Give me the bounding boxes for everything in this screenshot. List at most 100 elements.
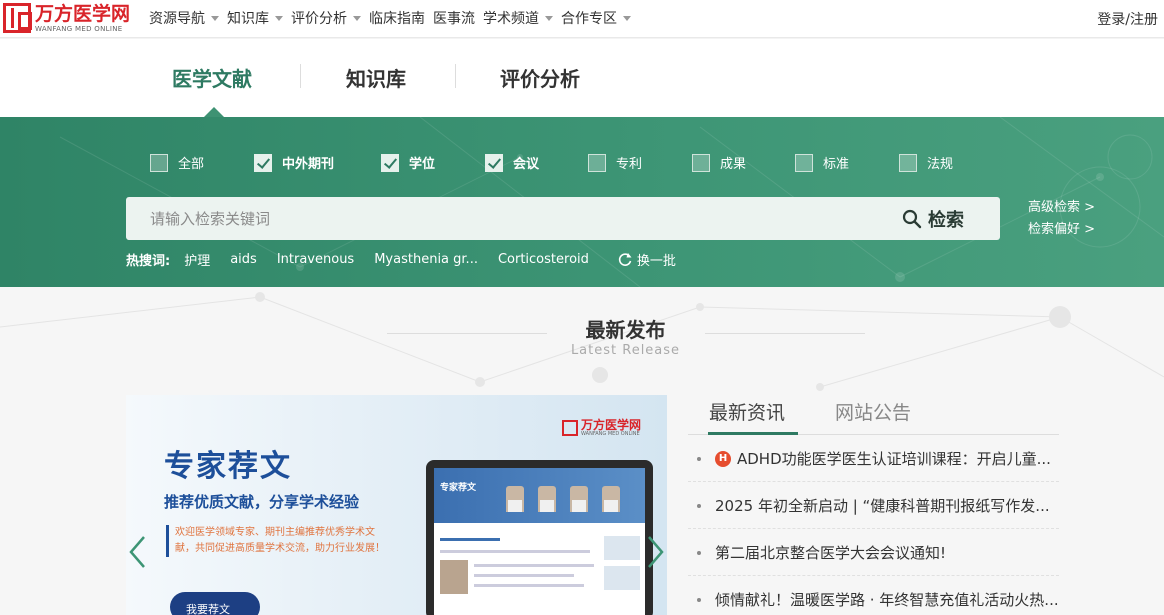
filter-label: 学位 <box>409 157 436 172</box>
screen-line <box>440 538 500 541</box>
expert-avatar <box>570 486 588 512</box>
tab-divider <box>455 64 456 88</box>
nav-item-evaluation-analysis[interactable]: 评价分析 <box>291 8 361 28</box>
news-title: ADHD功能医学医生认证培训课程：开启儿童... <box>737 450 1051 468</box>
checkbox-icon <box>588 153 606 172</box>
checkbox-checked-icon <box>381 153 399 172</box>
nav-item-medical-events[interactable]: 医事流 <box>433 8 475 28</box>
nav-item-label: 医事流 <box>433 11 475 27</box>
nav-item-resource-navigation[interactable]: 资源导航 <box>149 8 219 28</box>
logo-mark-icon <box>3 3 32 33</box>
hot-keyword[interactable]: Myasthenia gr... <box>374 252 478 267</box>
banner-description: 欢迎医学领域专家、期刊主编推荐优秀学术文献，共同促进高质量学术交流，助力行业发展… <box>166 525 386 557</box>
main-menu: 资源导航 知识库 评价分析 临床指南 医事流 学术频道 合作专区 <box>149 0 639 36</box>
search-button[interactable]: 检索 <box>902 197 964 240</box>
bullet-icon <box>697 597 701 602</box>
active-tab-pointer-icon <box>204 107 224 117</box>
filter-label: 会议 <box>513 157 540 172</box>
filter-achievement-checkbox[interactable]: 成果 <box>692 153 746 172</box>
hot-flame-icon: H <box>715 450 731 467</box>
filter-degree-checkbox[interactable]: 学位 <box>381 153 435 172</box>
latest-release-section: 最新发布 Latest Release 万方医学网 WANFANG MED ON… <box>0 287 1164 615</box>
tab-latest-news[interactable]: 最新资讯 <box>709 398 785 425</box>
expert-avatar <box>602 486 620 512</box>
checkbox-icon <box>692 153 710 172</box>
filter-patent-checkbox[interactable]: 专利 <box>588 153 642 172</box>
logo-name-en: WANFANG MED ONLINE <box>35 25 123 33</box>
list-item[interactable]: 第二届北京整合医学大会会议通知! <box>688 530 1059 576</box>
expert-avatar <box>506 486 524 512</box>
refresh-label: 换一批 <box>636 253 676 269</box>
list-item[interactable]: H ADHD功能医学医生认证培训课程：开启儿童... <box>688 436 1059 482</box>
screen-title: 专家荐文 <box>440 483 477 493</box>
tab-site-announcements[interactable]: 网站公告 <box>835 398 911 425</box>
recommend-article-button[interactable]: 我要荐文 <box>170 592 260 615</box>
news-tabs: 最新资讯 网站公告 <box>688 395 1059 435</box>
carousel-prev-button[interactable] <box>128 535 146 569</box>
screen-line <box>474 584 584 587</box>
nav-item-clinical-guidelines[interactable]: 临床指南 <box>369 8 425 28</box>
checkbox-icon <box>795 153 813 172</box>
nav-item-label: 评价分析 <box>291 11 347 27</box>
refresh-icon <box>618 253 632 266</box>
carousel-next-button[interactable] <box>647 535 665 569</box>
hot-search-label: 热搜词: <box>126 253 171 269</box>
tab-evaluation-analysis[interactable]: 评价分析 <box>500 63 580 92</box>
filter-standard-checkbox[interactable]: 标准 <box>795 153 849 172</box>
search-preferences-link[interactable]: 检索偏好 > <box>1028 219 1095 241</box>
hot-search-keywords: 热搜词: 护理 aids Intravenous Myasthenia gr..… <box>126 249 676 269</box>
search-input[interactable] <box>126 197 866 240</box>
list-item[interactable]: 倾情献礼！温暖医学路 · 年终智慧充值礼活动火热... <box>688 577 1059 615</box>
search-side-links: 高级检索 > 检索偏好 > <box>1028 197 1095 241</box>
laptop-screen: 专家荐文 <box>434 468 645 615</box>
search-box: 检索 <box>126 197 1000 240</box>
nav-item-academic-channel[interactable]: 学术频道 <box>483 8 553 28</box>
laptop-illustration: 专家荐文 <box>426 460 653 615</box>
bullet-icon <box>697 503 701 508</box>
tab-divider <box>300 64 301 88</box>
filter-all-checkbox[interactable]: 全部 <box>150 153 204 172</box>
site-logo[interactable]: 万方医学网 WANFANG MED ONLINE <box>3 3 130 34</box>
filter-conference-checkbox[interactable]: 会议 <box>485 153 539 172</box>
screen-line <box>474 564 594 567</box>
search-type-tabs: 医学文献 知识库 评价分析 <box>0 39 1164 117</box>
banner-logo: 万方医学网 WANFANG MED ONLINE <box>561 418 641 437</box>
filter-journals-checkbox[interactable]: 中外期刊 <box>254 153 334 172</box>
filter-label: 法规 <box>927 157 954 172</box>
search-panel: 全部 中外期刊 学位 会议 专利 成果 标准 法规 检索 高级检索 > 检索偏好… <box>0 117 1164 287</box>
section-subtitle: Latest Release <box>570 343 681 358</box>
refresh-keywords-button[interactable]: 换一批 <box>617 250 676 269</box>
bullet-icon <box>697 456 701 461</box>
news-title: 倾情献礼！温暖医学路 · 年终智慧充值礼活动火热... <box>715 591 1059 609</box>
expert-avatar <box>538 486 556 512</box>
screen-line <box>440 550 590 553</box>
checkbox-checked-icon <box>254 153 272 172</box>
advanced-search-link[interactable]: 高级检索 > <box>1028 197 1095 219</box>
checkbox-icon <box>150 153 168 172</box>
hot-keyword[interactable]: aids <box>230 252 257 267</box>
chevron-down-icon <box>545 15 553 21</box>
active-tab-underline <box>708 432 798 435</box>
filter-label: 中外期刊 <box>282 157 335 172</box>
news-title: 2025 年初全新启动 | “健康科普期刊报纸写作发... <box>715 497 1050 515</box>
checkbox-icon <box>899 153 917 172</box>
filter-regulation-checkbox[interactable]: 法规 <box>899 153 953 172</box>
nav-item-cooperation-zone[interactable]: 合作专区 <box>561 8 631 28</box>
nav-item-label: 合作专区 <box>561 11 617 27</box>
news-panel: 最新资讯 网站公告 H ADHD功能医学医生认证培训课程：开启儿童... 202… <box>688 395 1059 615</box>
banner-title: 专家荐文 <box>164 449 292 484</box>
tab-knowledge-base[interactable]: 知识库 <box>346 63 406 92</box>
nav-item-label: 学术频道 <box>483 11 539 27</box>
list-item[interactable]: 2025 年初全新启动 | “健康科普期刊报纸写作发... <box>688 483 1059 529</box>
hot-keyword[interactable]: Intravenous <box>277 252 354 267</box>
banner-logo-text: 万方医学网 <box>580 418 641 432</box>
section-title: 最新发布 <box>585 318 666 342</box>
nav-item-knowledge-base[interactable]: 知识库 <box>227 8 283 28</box>
banner-logo-subtext: WANFANG MED ONLINE <box>580 431 640 437</box>
expert-recommendation-banner[interactable]: 万方医学网 WANFANG MED ONLINE 专家荐文 推荐优质文献，分享学… <box>126 395 667 615</box>
tab-medical-literature[interactable]: 医学文献 <box>172 63 252 92</box>
hot-keyword[interactable]: 护理 <box>184 250 210 269</box>
hot-keyword[interactable]: Corticosteroid <box>498 252 589 267</box>
screen-thumbnail <box>604 566 640 590</box>
login-register-link[interactable]: 登录/注册 <box>1097 9 1158 29</box>
